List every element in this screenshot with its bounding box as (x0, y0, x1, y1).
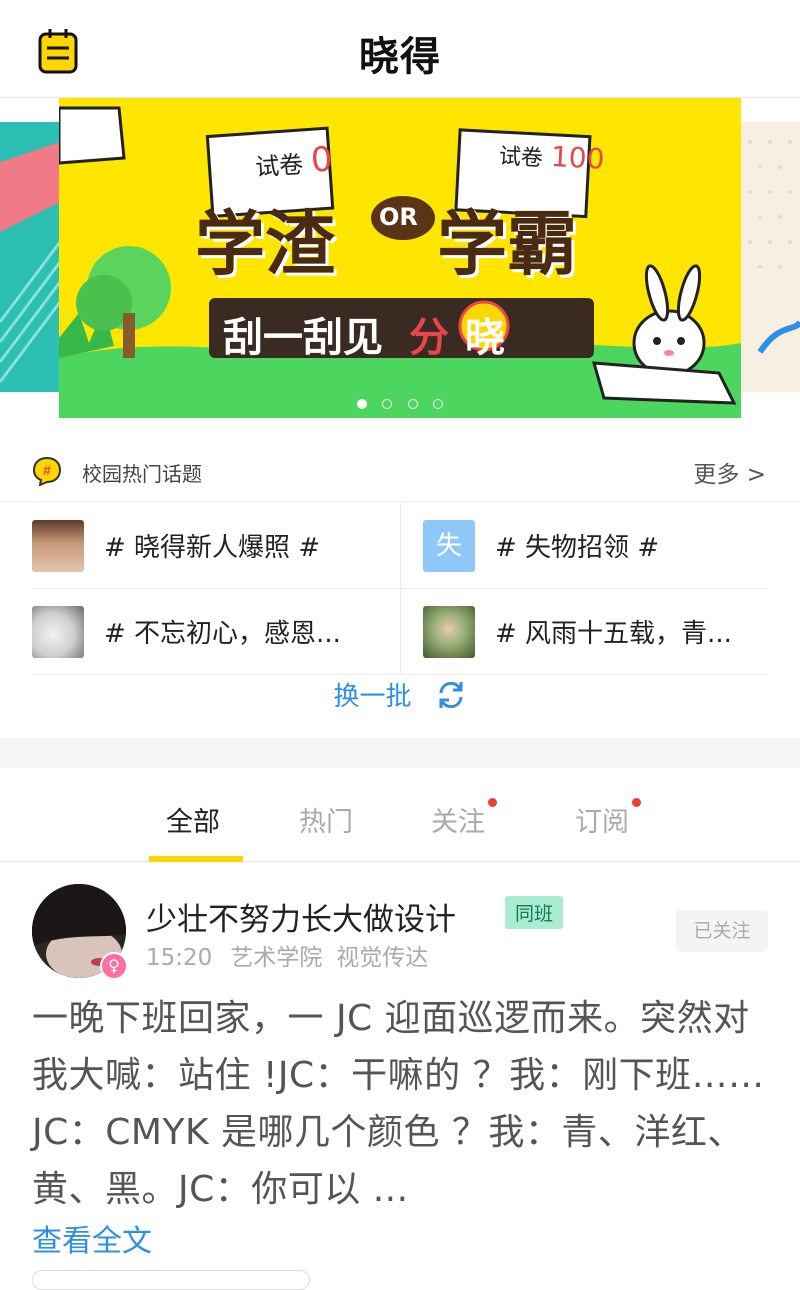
banner-or: OR (379, 203, 418, 231)
unread-dot (488, 798, 497, 807)
post-time: 15:20 (146, 945, 213, 971)
topic-hash-icon: # (32, 456, 62, 486)
topic-thumbnail (32, 520, 84, 572)
more-topics-link[interactable]: 更多 > (693, 455, 766, 489)
next-banner-peek[interactable] (740, 122, 800, 392)
carousel-dot[interactable] (357, 399, 368, 409)
topic-title: # 晓得新人爆照 # (104, 533, 321, 563)
banner-carousel[interactable]: 试卷 0 试卷 100 学渣 OR 学霸 刮一刮见分晓 (0, 98, 800, 438)
refresh-topics-button[interactable]: 换一批 (0, 676, 800, 736)
tab-following[interactable]: 关注 (431, 798, 497, 839)
app-header: 晓得 (0, 0, 800, 98)
paper-left-label: 试卷 0 (254, 139, 334, 182)
refresh-label: 换一批 (333, 682, 412, 712)
post-college: 艺术学院 (230, 945, 323, 971)
hot-topics-header: # 校园热门话题 更多 > (0, 438, 800, 502)
post-content[interactable]: 一晚下班回家，一 JC 迎面巡逻而来。突然对我大喊：站住 !JC：干嘛的 ？我：… (32, 990, 774, 1218)
following-button[interactable]: 已关注 (676, 910, 768, 952)
banner-headline-right: 学霸 (437, 203, 577, 285)
paper-right-label: 试卷 100 (498, 139, 606, 176)
tab-hot[interactable]: 热门 (299, 800, 353, 839)
topic-title: # 不忘初心，感恩... (104, 619, 341, 649)
topic-item[interactable]: # 风雨十五载，青... (400, 589, 768, 675)
prev-banner-peek[interactable] (0, 122, 60, 392)
post-meta: 15:20 艺术学院 视觉传达 (146, 938, 428, 972)
classmate-badge: 同班 (505, 896, 564, 929)
female-gender-icon: ♀ (100, 952, 128, 980)
post-major: 视觉传达 (336, 945, 429, 971)
svg-text:#: # (43, 462, 51, 478)
feed-tabs: 全部 热门 关注 订阅 (0, 768, 800, 862)
read-full-link[interactable]: 查看全文 (32, 1216, 152, 1260)
carousel-dot[interactable] (432, 399, 443, 409)
carousel-dot[interactable] (382, 399, 393, 409)
banner-slide[interactable]: 试卷 0 试卷 100 学渣 OR 学霸 刮一刮见分晓 (59, 98, 741, 418)
carousel-dot[interactable] (407, 399, 418, 409)
topic-item[interactable]: 失 # 失物招领 # (400, 503, 768, 589)
page-title: 晓得 (359, 34, 441, 80)
hot-topics-label: 校园热门话题 (82, 462, 202, 486)
carousel-indicator (0, 394, 800, 413)
refresh-icon (439, 681, 463, 708)
banner-headline-left: 学渣 (195, 203, 335, 285)
feed-post: ♀ 少壮不努力长大做设计 同班 15:20 艺术学院 视觉传达 已关注 一晚下班回家… (0, 862, 800, 1290)
unread-dot (632, 798, 641, 807)
topic-title: # 失物招领 # (495, 533, 660, 563)
topic-item[interactable]: # 晓得新人爆照 # (32, 503, 400, 589)
tab-subscribed[interactable]: 订阅 (575, 798, 641, 839)
banner-subline: 刮一刮见分晓 (223, 315, 505, 361)
tab-all[interactable]: 全部 (166, 800, 220, 839)
post-username[interactable]: 少壮不努力长大做设计 (146, 894, 456, 939)
topic-title: # 风雨十五载，青... (495, 619, 732, 649)
post-footer-chip[interactable] (32, 1270, 310, 1290)
topic-grid: # 晓得新人爆照 # 失 # 失物招领 # # 不忘初心，感恩... # 风雨十… (32, 503, 768, 675)
topic-thumbnail (423, 606, 475, 658)
topic-item[interactable]: # 不忘初心，感恩... (32, 589, 400, 675)
section-divider (0, 738, 800, 768)
topic-thumbnail (32, 606, 84, 658)
topic-thumbnail: 失 (423, 520, 475, 572)
